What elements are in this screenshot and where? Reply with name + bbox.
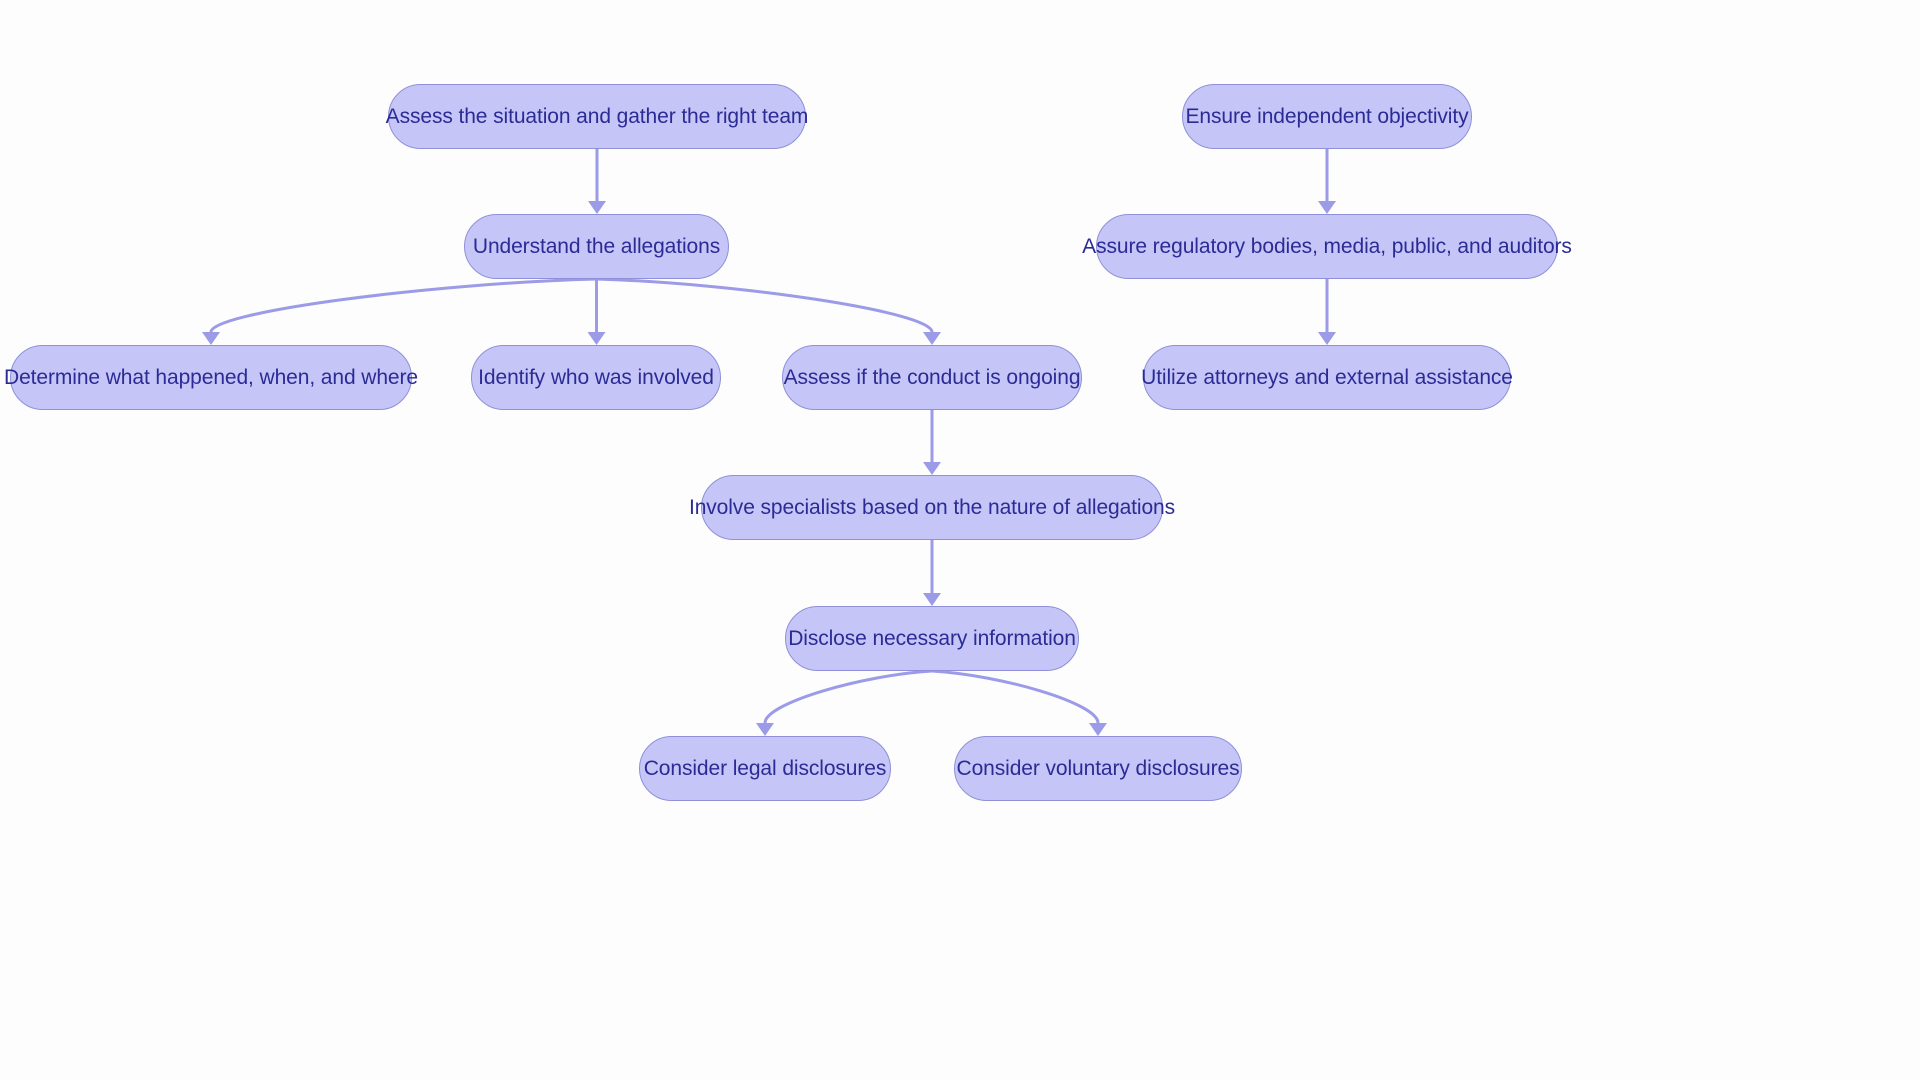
edge-layer — [202, 147, 1336, 736]
edge-e4 — [595, 277, 934, 334]
flow-node-label: Understand the allegations — [472, 234, 721, 258]
edge-e9 — [763, 669, 934, 725]
edge-arrowhead-e1 — [588, 201, 606, 214]
flow-node-assess-situation[interactable]: Assess the situation and gather the righ… — [385, 84, 809, 149]
edge-e10 — [930, 669, 1100, 725]
flow-node-label: Ensure independent objectivity — [1185, 104, 1469, 128]
flow-node-label: Identify who was involved — [478, 365, 714, 389]
edge-arrowhead-e5 — [1318, 201, 1336, 214]
flow-node-label: Consider legal disclosures — [643, 756, 887, 780]
flow-node-involve-specialists[interactable]: Involve specialists based on the nature … — [689, 475, 1175, 540]
flow-node-label: Involve specialists based on the nature … — [688, 495, 1176, 519]
edge-arrowhead-e6 — [1318, 332, 1336, 345]
flow-node-label: Assure regulatory bodies, media, public,… — [1082, 234, 1572, 258]
edge-arrowhead-e2 — [202, 332, 220, 345]
flow-node-label: Assess if the conduct is ongoing — [783, 365, 1081, 389]
flow-node-identify-who-involved[interactable]: Identify who was involved — [471, 345, 721, 410]
edge-arrowhead-e4 — [923, 332, 941, 345]
flow-node-label: Disclose necessary information — [788, 626, 1076, 650]
flow-node-voluntary-disclosures[interactable]: Consider voluntary disclosures — [954, 736, 1242, 801]
edge-arrowhead-e7 — [923, 462, 941, 475]
edge-arrowhead-e10 — [1089, 723, 1107, 736]
flow-node-label: Consider voluntary disclosures — [956, 756, 1240, 780]
edge-arrowhead-e3 — [587, 332, 606, 345]
flow-node-determine-what-happened[interactable]: Determine what happened, when, and where — [4, 345, 418, 410]
flowchart-canvas: Assess the situation and gather the righ… — [0, 0, 1920, 1080]
flow-node-assess-conduct-ongoing[interactable]: Assess if the conduct is ongoing — [782, 345, 1082, 410]
flow-node-utilize-attorneys[interactable]: Utilize attorneys and external assistanc… — [1141, 345, 1513, 410]
flow-node-ensure-objectivity[interactable]: Ensure independent objectivity — [1182, 84, 1472, 149]
flow-node-legal-disclosures[interactable]: Consider legal disclosures — [639, 736, 891, 801]
flow-node-label: Utilize attorneys and external assistanc… — [1141, 365, 1513, 389]
flow-node-label: Determine what happened, when, and where — [4, 365, 418, 389]
flow-node-assure-regulatory[interactable]: Assure regulatory bodies, media, public,… — [1082, 214, 1572, 279]
edge-arrowhead-e8 — [923, 593, 941, 606]
edge-e2 — [209, 277, 598, 334]
edge-arrowhead-e9 — [756, 723, 774, 736]
flow-node-understand-allegations[interactable]: Understand the allegations — [464, 214, 729, 279]
flow-node-disclose-information[interactable]: Disclose necessary information — [785, 606, 1079, 671]
flow-node-label: Assess the situation and gather the righ… — [385, 104, 809, 128]
